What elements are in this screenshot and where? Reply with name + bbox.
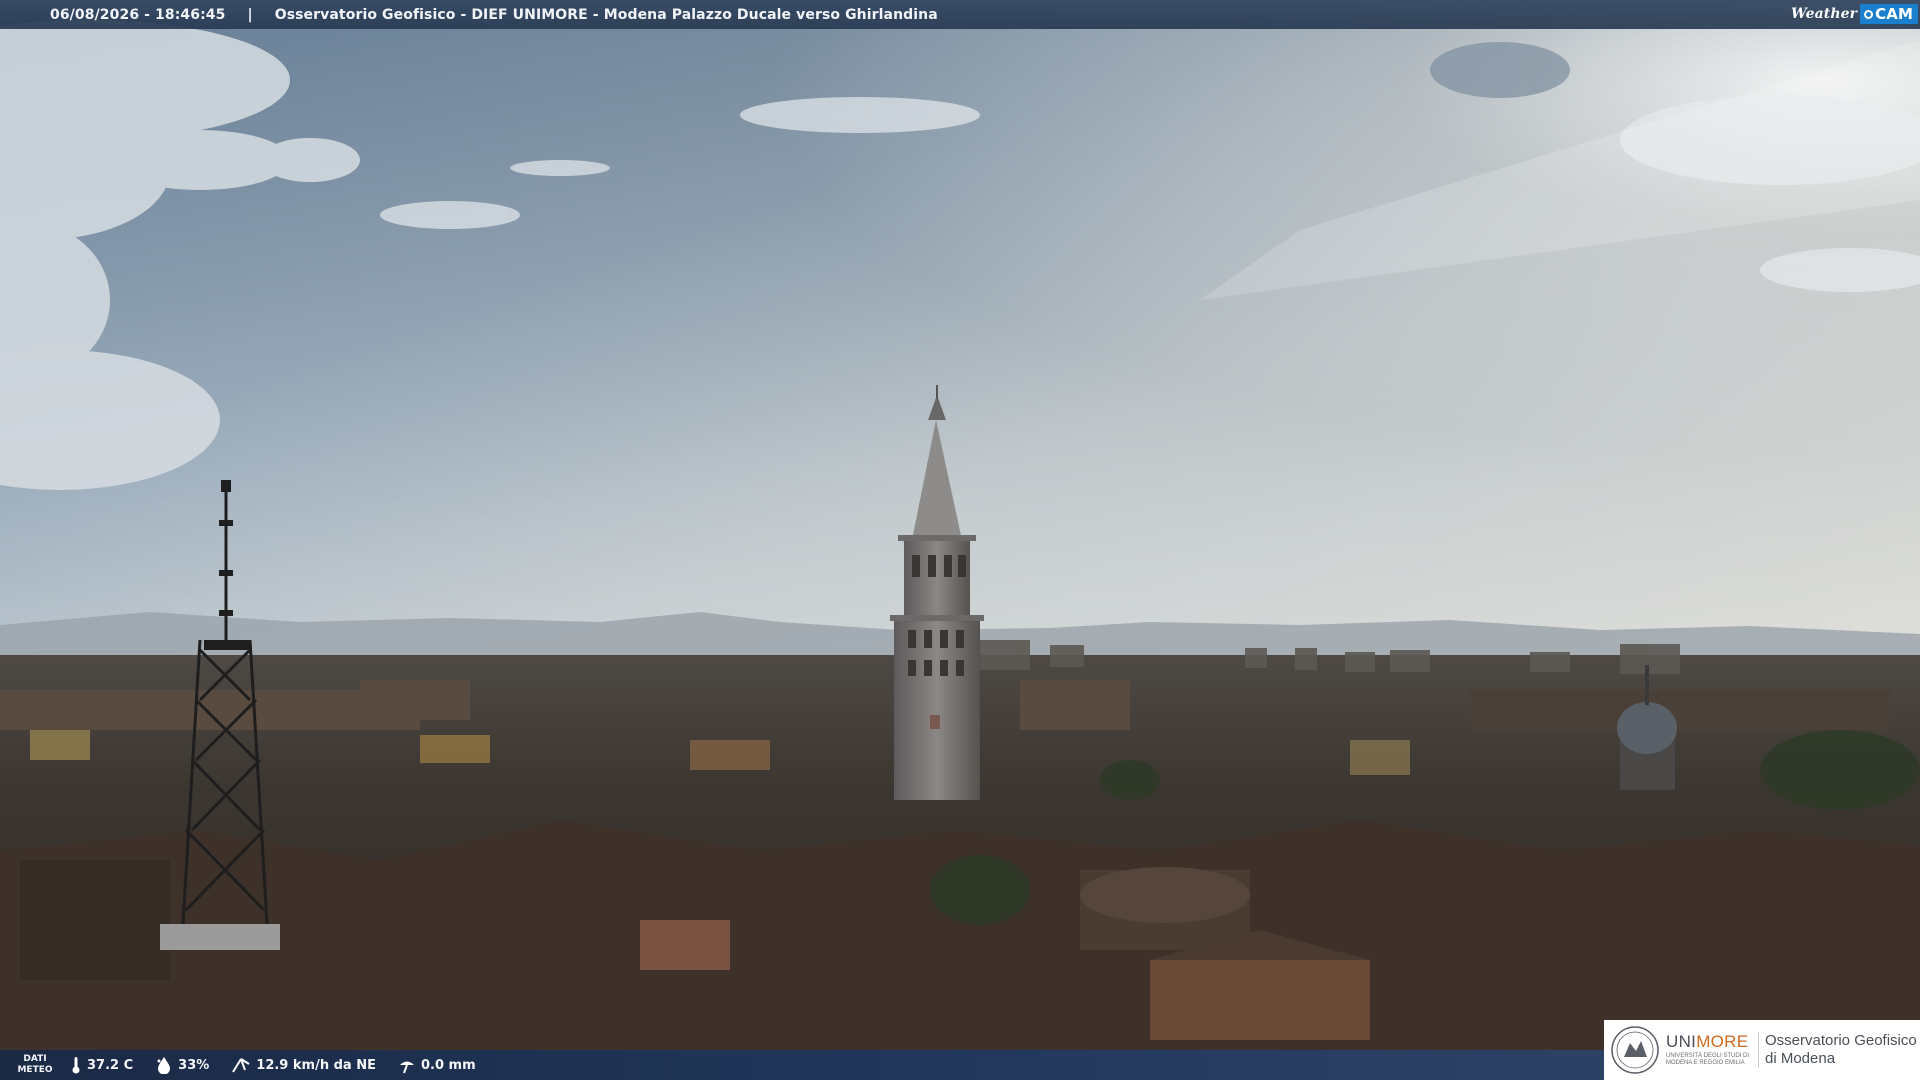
observatory-name-line2: di Modena <box>1765 1050 1836 1067</box>
title-bar: 06/08/2026 - 18:46:45 | Osservatorio Geo… <box>0 0 1920 29</box>
weather-data-label-line1: DATI <box>23 1054 47 1064</box>
unimore-logo-box: UNIMORE UNIVERSITÀ DEGLI STUDI DI MODENA… <box>1604 1020 1920 1080</box>
temperature-value: 37.2 C <box>87 1057 134 1073</box>
observatory-name: Osservatorio Geofisico di Modena <box>1758 1032 1917 1068</box>
unimore-name: UNIMORE <box>1666 1033 1754 1051</box>
university-seal-icon <box>1611 1026 1659 1074</box>
title-separator: | <box>247 6 253 23</box>
unimore-subtitle-line2: MODENA E REGGIO EMILIA <box>1666 1060 1745 1066</box>
webcam-frame: 06/08/2026 - 18:46:45 | Osservatorio Geo… <box>0 0 1920 1080</box>
weathercam-logo-weather: Weather <box>1790 6 1858 22</box>
webcam-image <box>0 0 1920 1080</box>
camera-lens-icon <box>1864 9 1874 19</box>
weathercam-logo: Weather CAM <box>1791 2 1918 26</box>
unimore-name-part2: MORE <box>1696 1032 1749 1051</box>
wind-value: 12.9 km/h da NE <box>256 1057 376 1073</box>
rain-value: 0.0 mm <box>420 1057 476 1073</box>
weather-data-label-line2: METEO <box>17 1065 53 1075</box>
unimore-wordmark: UNIMORE UNIVERSITÀ DEGLI STUDI DI MODENA… <box>1666 1033 1754 1067</box>
rain-readout: 0.0 mm <box>398 1056 476 1074</box>
unimore-name-part1: UNI <box>1666 1032 1697 1051</box>
camera-title: Osservatorio Geofisico - DIEF UNIMORE - … <box>274 6 938 23</box>
observatory-name-line1: Osservatorio Geofisico <box>1765 1032 1917 1049</box>
weathercam-logo-cam-text: CAM <box>1875 5 1913 23</box>
humidity-readout: 33% <box>155 1056 209 1074</box>
weather-data-bar: DATI METEO 37.2 C 33% 12.9 km/h da NE 0.… <box>0 1050 1604 1080</box>
weathercam-logo-cam: CAM <box>1860 4 1918 24</box>
weather-data-label: DATI METEO <box>0 1054 70 1076</box>
rain-gauge-icon <box>399 1061 414 1074</box>
humidity-drop-icon <box>157 1057 171 1074</box>
thermometer-icon <box>72 1057 80 1074</box>
temperature-readout: 37.2 C <box>70 1056 133 1074</box>
wind-readout: 12.9 km/h da NE <box>231 1056 376 1074</box>
unimore-subtitle: UNIVERSITÀ DEGLI STUDI DI MODENA E REGGI… <box>1666 1053 1754 1067</box>
humidity-value: 33% <box>178 1057 210 1073</box>
timestamp: 06/08/2026 - 18:46:45 <box>50 6 226 23</box>
wind-icon <box>232 1058 250 1073</box>
unimore-subtitle-line1: UNIVERSITÀ DEGLI STUDI DI <box>1666 1053 1750 1059</box>
